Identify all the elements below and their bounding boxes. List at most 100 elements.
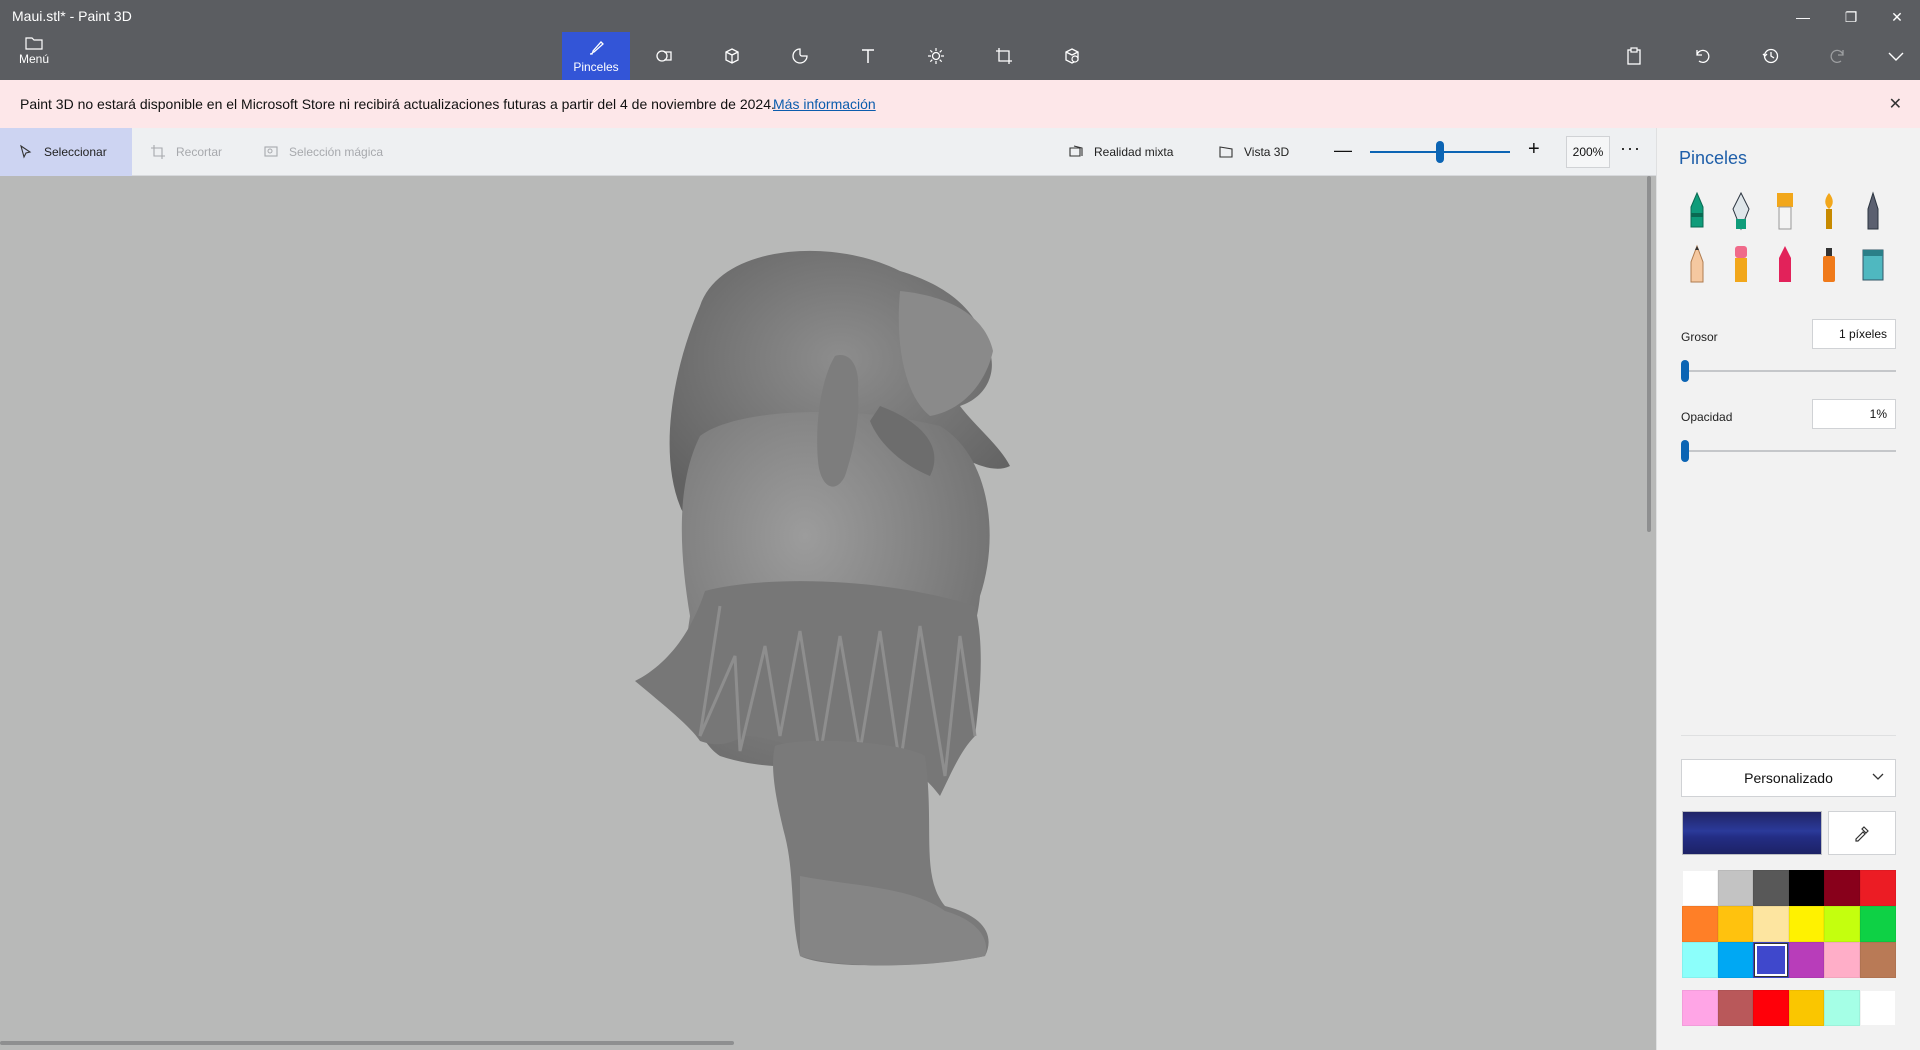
- paste-button[interactable]: [1616, 40, 1652, 72]
- zoom-value[interactable]: 200%: [1566, 136, 1610, 168]
- paste-icon: [1627, 47, 1641, 65]
- select-button[interactable]: Seleccionar: [0, 128, 132, 176]
- opacity-slider[interactable]: [1681, 450, 1896, 452]
- marker-icon: [1690, 191, 1704, 228]
- color-swatch[interactable]: [1859, 906, 1896, 942]
- recent-color-swatch[interactable]: [1682, 990, 1718, 1026]
- thickness-field[interactable]: 1 píxeles: [1812, 319, 1896, 349]
- opacity-slider-thumb[interactable]: [1681, 440, 1689, 462]
- tab-effects[interactable]: [902, 32, 970, 80]
- color-mode-dropdown[interactable]: Personalizado: [1681, 759, 1896, 797]
- color-swatch[interactable]: [1753, 906, 1789, 942]
- tab-canvas[interactable]: [970, 32, 1038, 80]
- horizontal-scrollbar[interactable]: [0, 1041, 734, 1045]
- tab-3d-library[interactable]: [1038, 32, 1106, 80]
- color-swatch[interactable]: [1824, 906, 1860, 942]
- close-button[interactable]: ✕: [1874, 4, 1920, 30]
- color-swatch[interactable]: [1788, 942, 1825, 978]
- pixel-pen[interactable]: [1857, 190, 1889, 232]
- watercolor-brush[interactable]: [1813, 190, 1845, 232]
- recent-colors: [1682, 990, 1896, 1026]
- spray-can[interactable]: [1813, 243, 1845, 285]
- mixed-reality-button[interactable]: Realidad mixta: [1050, 128, 1191, 176]
- drawing-canvas[interactable]: [0, 176, 1656, 1050]
- shapes-3d-icon: [725, 48, 739, 64]
- oil-brush-icon: [1777, 193, 1793, 230]
- color-swatch[interactable]: [1753, 870, 1789, 906]
- menu-button[interactable]: Menú: [8, 36, 60, 76]
- text-icon: [862, 49, 874, 63]
- current-color-swatch[interactable]: [1682, 811, 1822, 855]
- 3d-model[interactable]: [0, 176, 1656, 1050]
- magic-select-button[interactable]: Selección mágica: [245, 128, 401, 176]
- zoom-in-button[interactable]: +: [1528, 138, 1540, 161]
- mixed-reality-label: Realidad mixta: [1094, 145, 1174, 159]
- color-swatch[interactable]: [1859, 870, 1896, 906]
- color-swatch[interactable]: [1824, 942, 1860, 978]
- crayon-brush[interactable]: [1769, 243, 1801, 285]
- eraser-brush[interactable]: [1725, 243, 1757, 285]
- color-swatch[interactable]: [1859, 942, 1896, 978]
- view-3d-button[interactable]: Vista 3D: [1200, 128, 1307, 176]
- panel-divider: [1681, 735, 1896, 736]
- restore-button[interactable]: ❐: [1828, 4, 1874, 30]
- select-label: Seleccionar: [44, 145, 107, 159]
- deprecation-notice: Paint 3D no estará disponible en el Micr…: [0, 80, 1920, 128]
- color-swatch[interactable]: [1682, 906, 1718, 942]
- undo-icon: [1696, 49, 1710, 64]
- more-info-link[interactable]: Más información: [773, 96, 876, 112]
- color-swatch[interactable]: [1824, 870, 1860, 906]
- folder-icon: [25, 37, 43, 50]
- notice-close-icon[interactable]: ✕: [1889, 94, 1902, 114]
- color-swatch[interactable]: [1682, 870, 1718, 906]
- recent-color-swatch[interactable]: [1717, 990, 1754, 1026]
- pencil-brush[interactable]: [1681, 243, 1713, 285]
- color-swatch[interactable]: [1717, 942, 1754, 978]
- recent-color-swatch[interactable]: [1788, 990, 1825, 1026]
- tab-2d-shapes[interactable]: [630, 32, 698, 80]
- recent-color-swatch[interactable]: [1859, 990, 1896, 1026]
- magic-select-label: Selección mágica: [289, 145, 384, 159]
- recent-color-swatch[interactable]: [1824, 990, 1860, 1026]
- eraser-icon: [1735, 246, 1747, 282]
- thickness-label: Grosor: [1681, 330, 1718, 344]
- cursor-icon: [20, 144, 32, 159]
- more-options-button[interactable]: ···: [1620, 138, 1641, 159]
- expand-button[interactable]: [1878, 40, 1914, 72]
- vertical-scrollbar[interactable]: [1647, 176, 1651, 532]
- redo-button[interactable]: [1820, 40, 1856, 72]
- crop-button[interactable]: Recortar: [132, 128, 240, 176]
- color-swatch[interactable]: [1788, 906, 1825, 942]
- tab-brushes[interactable]: Pinceles: [562, 32, 630, 80]
- eyedropper-button[interactable]: [1828, 811, 1896, 855]
- zoom-slider-thumb[interactable]: [1436, 141, 1444, 163]
- menu-label: Menú: [18, 52, 50, 66]
- oil-brush[interactable]: [1769, 190, 1801, 232]
- tab-text[interactable]: [834, 32, 902, 80]
- fill-icon: [1862, 249, 1884, 281]
- canvas-toolbar: Seleccionar Recortar Selección mágica Re…: [0, 128, 1656, 176]
- recent-color-swatch[interactable]: [1753, 990, 1789, 1026]
- thickness-slider[interactable]: [1681, 370, 1896, 372]
- calligraphy-brush[interactable]: [1725, 190, 1757, 232]
- color-swatch[interactable]: [1682, 942, 1718, 978]
- marker-brush[interactable]: [1681, 190, 1713, 232]
- tab-3d-shapes[interactable]: [698, 32, 766, 80]
- undo-button[interactable]: [1684, 40, 1720, 72]
- history-button[interactable]: [1752, 40, 1788, 72]
- color-swatch[interactable]: [1788, 870, 1825, 906]
- minimize-button[interactable]: —: [1780, 4, 1826, 30]
- stickers-icon: [792, 48, 808, 64]
- zoom-out-button[interactable]: —: [1334, 140, 1352, 161]
- thickness-slider-thumb[interactable]: [1681, 360, 1689, 382]
- opacity-field[interactable]: 1%: [1812, 399, 1896, 429]
- fill-bucket[interactable]: [1857, 243, 1889, 285]
- color-swatch[interactable]: [1753, 942, 1789, 978]
- pixel-pen-icon: [1867, 191, 1879, 230]
- crop-label: Recortar: [176, 145, 223, 159]
- expand-icon: [1888, 52, 1904, 61]
- color-swatch[interactable]: [1717, 870, 1754, 906]
- tab-stickers[interactable]: [766, 32, 834, 80]
- crop-icon: [151, 145, 165, 159]
- color-swatch[interactable]: [1717, 906, 1754, 942]
